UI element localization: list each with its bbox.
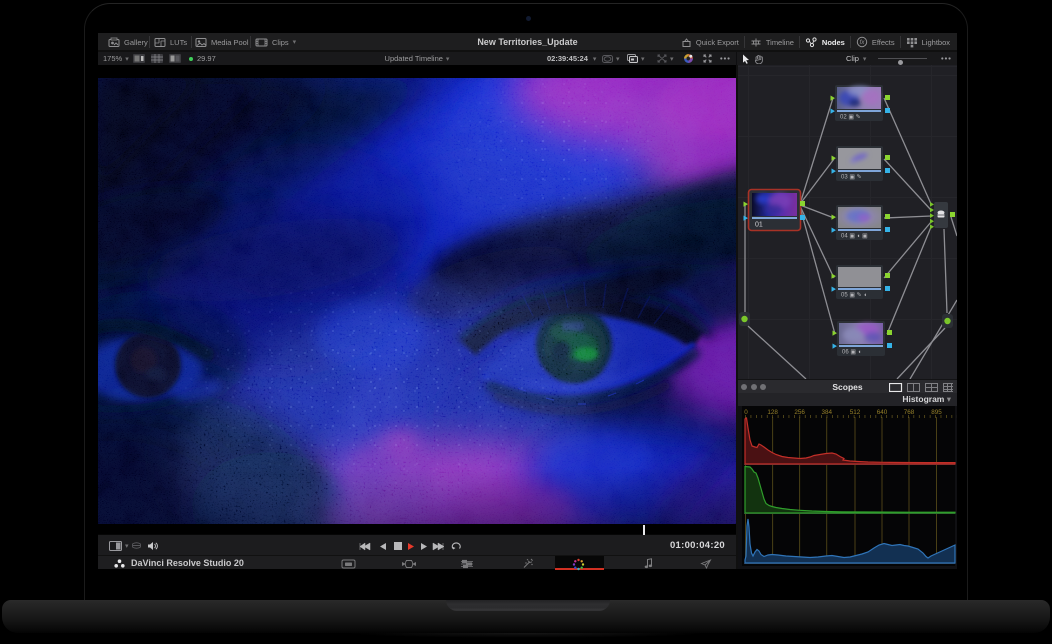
svg-text:256: 256 — [794, 409, 805, 416]
svg-text:0: 0 — [744, 409, 748, 416]
svg-text:128: 128 — [767, 409, 778, 416]
svg-text:01: 01 — [755, 222, 763, 229]
svg-text:04 ▣ ◖ ▣: 04 ▣ ◖ ▣ — [841, 234, 868, 240]
svg-text:05 ▣ ✎ ◖: 05 ▣ ✎ ◖ — [841, 292, 867, 299]
svg-text:640: 640 — [877, 409, 888, 416]
svg-text:768: 768 — [904, 409, 915, 416]
svg-text:895: 895 — [931, 409, 942, 416]
svg-text:03 ▣ ✎: 03 ▣ ✎ — [841, 174, 862, 181]
svg-text:fx: fx — [860, 40, 866, 46]
svg-text:06 ▣ ◖: 06 ▣ ◖ — [842, 350, 861, 356]
svg-text:384: 384 — [821, 409, 832, 416]
svg-text:512: 512 — [850, 409, 861, 416]
svg-text:02 ▣ ✎: 02 ▣ ✎ — [840, 114, 861, 121]
